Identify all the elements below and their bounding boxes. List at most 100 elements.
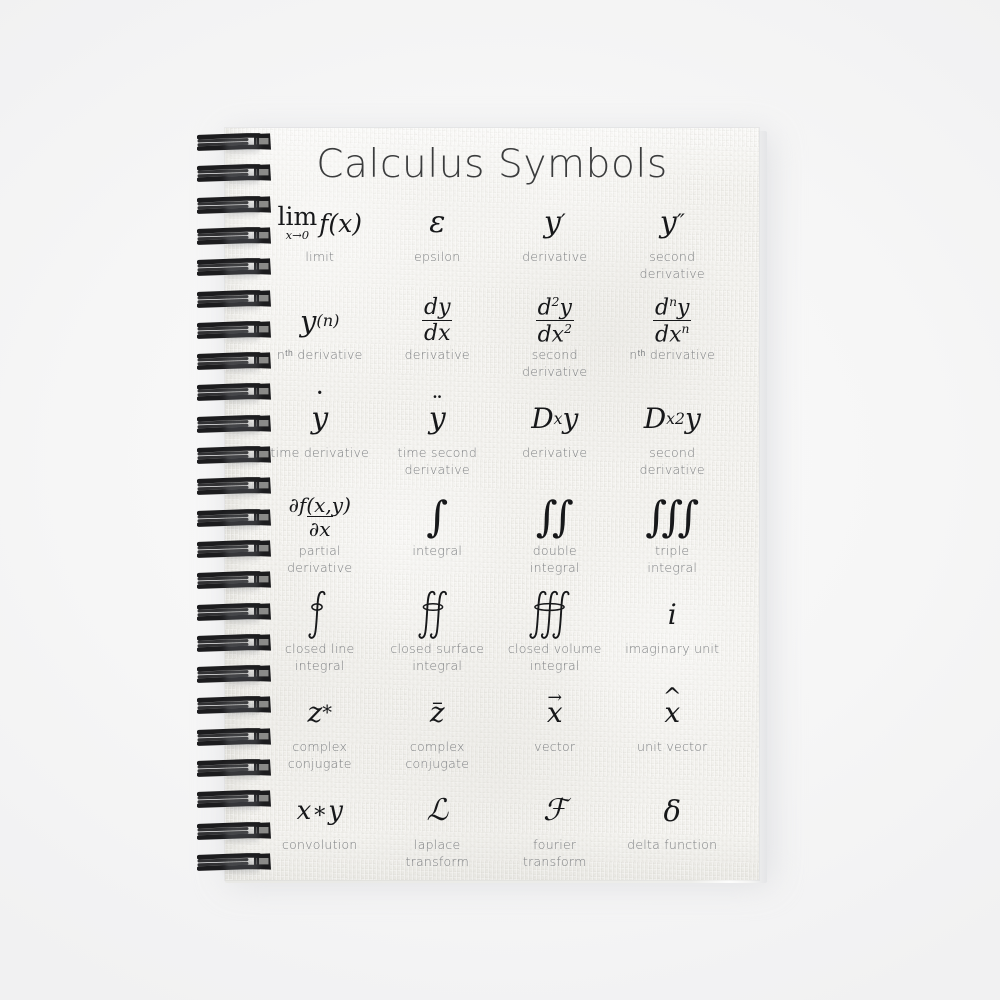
fraction: ∂f(x,y) ∂x <box>287 495 353 539</box>
symbol-label-closed-volume-integral: closed volume integral <box>508 641 602 674</box>
accented-glyph: ^ x <box>663 686 682 727</box>
spiral-coil <box>196 445 285 469</box>
symbol-glyph-z-star: z * <box>307 690 332 736</box>
d-text: d <box>655 295 670 320</box>
spiral-coil-shadow <box>225 796 259 810</box>
symbol-glyph-delta: δ <box>664 788 681 834</box>
symbol-cell-second-derivative-prime: y ″ second derivative <box>614 196 732 294</box>
spiral-coil-shadow <box>225 232 259 246</box>
symbol-glyph-limit: lim x→0 f(x) <box>277 200 362 246</box>
spiral-binding <box>196 128 287 884</box>
spiral-coil-shadow <box>225 264 259 278</box>
spiral-coil <box>196 226 285 250</box>
label-line-2: integral <box>412 657 463 673</box>
integral-sign: ∫ <box>551 492 574 541</box>
delta-text: δ <box>663 793 681 828</box>
label-line-1: complex <box>292 739 348 754</box>
accented-glyph: – z <box>430 691 445 727</box>
fraction-denominator: dxn <box>653 320 692 346</box>
hat-accent: ^ <box>662 684 682 711</box>
label-line-1: triple <box>655 543 690 558</box>
z-text: z <box>307 696 323 729</box>
contour-integral-icon <box>308 590 326 639</box>
spiral-coil <box>196 414 285 438</box>
spiral-coil <box>196 789 285 813</box>
exponent-two: 2 <box>551 294 560 309</box>
symbol-cell-dx2y: Dx2y second derivative <box>614 392 732 490</box>
i-text: i <box>667 598 677 631</box>
symbol-cell-dny-dxn: dny dxn nᵗʰ derivative <box>614 294 732 392</box>
symbol-cell-d2y-dx2: d2y dx2 second derivative <box>496 294 614 392</box>
symbol-glyph-surface-integral <box>414 590 460 639</box>
integral-sign: ∫ <box>645 492 667 541</box>
symbol-label-second-derivative: second derivative <box>640 249 705 282</box>
spiral-coil <box>196 508 285 532</box>
label-line-1: second <box>649 249 696 264</box>
spiral-coil-shadow <box>225 608 259 622</box>
double-prime-mark: ″ <box>676 210 685 236</box>
symbol-label-time-second-derivative: time second derivative <box>397 445 477 478</box>
epsilon-text: ε <box>429 205 446 240</box>
symbol-row: z * complex conjugate – z complex conjug… <box>261 686 731 784</box>
double-dot-accent: ¨ <box>431 391 444 420</box>
symbol-row: y (n) nᵗʰ derivative dy dx derivative d2… <box>261 294 731 392</box>
fraction-numerator: d2y <box>536 296 574 320</box>
symbol-grid: lim x→0 f(x) limit ε epsilon y ′ derivat… <box>261 196 731 880</box>
symbol-glyph-i: i <box>668 592 677 638</box>
symbol-glyph-y-paren-n: y (n) <box>300 298 340 344</box>
spiral-coil-shadow <box>225 201 259 215</box>
spiral-coil-shadow <box>225 514 259 528</box>
symbol-glyph-double-integral: ∫ ∫ <box>536 494 574 540</box>
symbol-glyph-contour-integral <box>303 590 337 639</box>
symbol-cell-imaginary-unit: i imaginary unit <box>614 588 732 686</box>
dot-accent: ˙ <box>312 386 327 420</box>
spiral-coil-shadow <box>225 545 259 559</box>
symbol-label-imaginary-unit: imaginary unit <box>625 641 720 656</box>
x-subscript: x <box>666 409 675 429</box>
symbol-glyph-dxy: Dxy <box>531 396 578 442</box>
symbol-cell-time-second-derivative: ¨ y time second derivative <box>379 392 497 490</box>
volume-integral-icon <box>529 590 570 639</box>
label-line-2: derivative <box>639 461 705 477</box>
symbol-label-closed-surface-integral: closed surface integral <box>390 641 484 674</box>
label-line-2: transform <box>405 853 470 869</box>
y-text: y <box>328 796 343 826</box>
prime-mark: ′ <box>560 210 566 236</box>
symbol-cell-integral: ∫ integral <box>379 490 497 588</box>
symbol-glyph-fourier: ℱ <box>543 788 567 834</box>
spiral-coil-shadow <box>225 139 259 152</box>
symbol-label-limit: limit <box>305 249 335 264</box>
label-line-1: second <box>531 347 578 362</box>
spiral-coil <box>196 320 285 344</box>
label-line-2: conjugate <box>405 755 470 771</box>
symbol-glyph-triple-integral: ∫ ∫ ∫ <box>645 494 699 540</box>
symbol-label-integral: integral <box>412 543 463 558</box>
symbol-cell-delta-function: δ delta function <box>614 784 732 880</box>
symbol-label-vector: vector <box>534 739 576 754</box>
spiral-coil-shadow <box>225 827 259 841</box>
y-text: y <box>677 295 690 320</box>
fraction-numerator: dy <box>423 295 451 320</box>
spiral-coil <box>196 821 285 845</box>
spiral-coil-shadow <box>225 765 259 778</box>
symbol-label-second-derivative: second derivative <box>522 347 587 380</box>
spiral-coil <box>196 382 285 406</box>
spiral-coil <box>196 289 285 313</box>
exponent-two: 2 <box>564 322 572 336</box>
spiral-coil <box>196 539 285 563</box>
symbol-label-triple-integral: triple integral <box>647 543 697 576</box>
fraction-numerator: dny <box>653 296 691 320</box>
label-line-1: laplace <box>413 837 461 852</box>
spiral-coil <box>196 195 285 219</box>
spiral-coil <box>196 570 285 594</box>
surface-integral-icon <box>418 590 448 639</box>
y-text: y <box>543 205 561 240</box>
spiral-coil-shadow <box>225 858 259 872</box>
symbol-cell-dy-dx: dy dx derivative <box>379 294 497 392</box>
symbol-cell-closed-surface-integral: closed surface integral <box>379 588 497 686</box>
symbol-glyph-y-dot: ˙ y <box>311 389 328 442</box>
accented-glyph: ˙ y <box>311 389 328 434</box>
accented-glyph: → x <box>547 689 563 727</box>
symbol-cell-epsilon: ε epsilon <box>379 196 497 294</box>
symbol-glyph-dx2y: Dx2y <box>644 396 701 442</box>
